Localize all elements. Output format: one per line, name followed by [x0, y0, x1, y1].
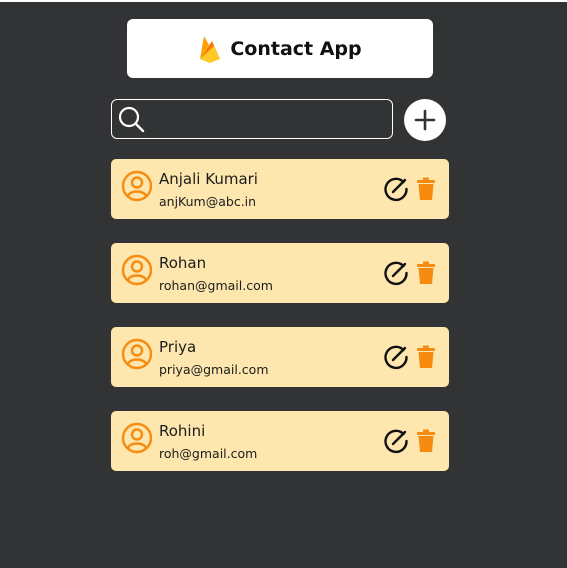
plus-icon [414, 109, 436, 131]
edit-icon[interactable] [381, 174, 411, 204]
contact-name: Anjali Kumari [159, 170, 258, 188]
edit-icon[interactable] [381, 342, 411, 372]
trash-icon[interactable] [416, 177, 436, 201]
contact-name: Rohan [159, 254, 207, 272]
user-circle-icon [121, 338, 153, 370]
add-contact-button[interactable] [404, 99, 446, 141]
user-circle-icon [121, 170, 153, 202]
contact-email: anjKum@abc.in [159, 194, 257, 209]
contact-email: priya@gmail.com [159, 362, 269, 377]
contact-email: roh@gmail.com [159, 446, 258, 461]
trash-icon[interactable] [416, 429, 436, 453]
contact-card: Anjali Kumari anjKum@abc.in [111, 159, 449, 219]
contact-card: Priya priya@gmail.com [111, 327, 449, 387]
firebase-icon [200, 35, 221, 63]
contact-name: Priya [159, 338, 197, 356]
search-field[interactable] [111, 99, 393, 139]
app-title: Contact App [230, 37, 362, 60]
search-input[interactable] [152, 104, 388, 134]
user-circle-icon [121, 254, 153, 286]
edit-icon[interactable] [381, 426, 411, 456]
user-circle-icon [121, 422, 153, 454]
trash-icon[interactable] [416, 261, 436, 285]
edit-icon[interactable] [381, 258, 411, 288]
contact-name: Rohini [159, 422, 206, 440]
app-page: Contact App Anjali Kumari anjKum@abc.in [0, 0, 567, 568]
contact-email: rohan@gmail.com [159, 278, 273, 293]
contact-card: Rohan rohan@gmail.com [111, 243, 449, 303]
contact-list: Anjali Kumari anjKum@abc.in Rohan rohan@… [111, 159, 449, 495]
search-icon [118, 106, 145, 133]
trash-icon[interactable] [416, 345, 436, 369]
contact-card: Rohini roh@gmail.com [111, 411, 449, 471]
app-header: Contact App [127, 19, 433, 78]
